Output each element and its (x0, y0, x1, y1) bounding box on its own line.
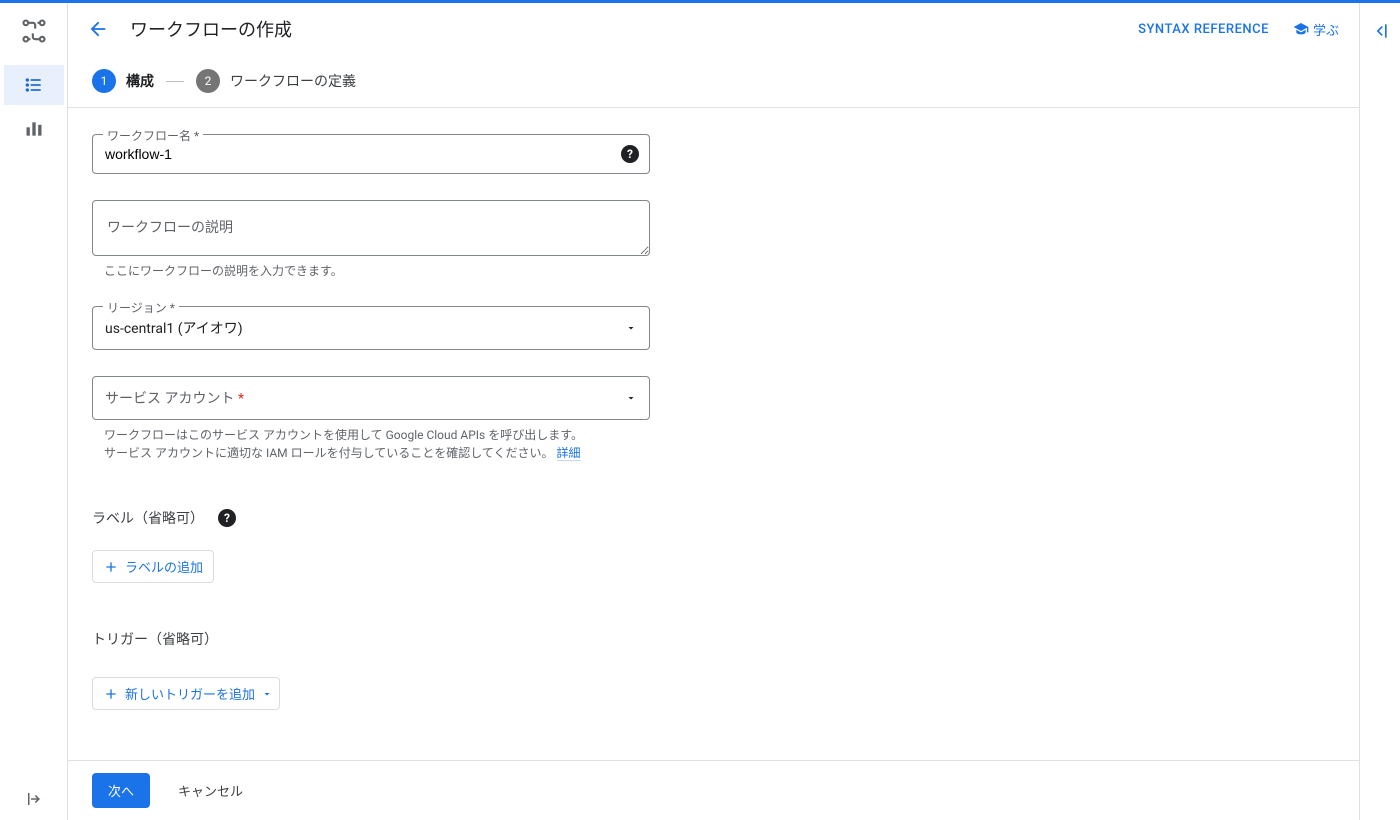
add-trigger-button[interactable]: 新しいトリガーを追加 (92, 677, 280, 710)
cancel-button[interactable]: キャンセル (170, 773, 251, 808)
back-button[interactable] (80, 11, 116, 47)
step-2-num: 2 (196, 69, 220, 93)
labels-section-label: ラベル（省略可） ? (92, 508, 1335, 528)
help-icon[interactable]: ? (218, 509, 236, 527)
chevron-down-icon (261, 688, 273, 700)
add-trigger-text: 新しいトリガーを追加 (125, 684, 255, 703)
step-2[interactable]: 2 ワークフローの定義 (196, 69, 356, 93)
service-account-field: サービス アカウント * ワークフローはこのサービス アカウントを使用して Go… (92, 376, 650, 462)
topbar: ワークフローの作成 Syntax reference 学ぶ (68, 3, 1359, 55)
add-label-text: ラベルの追加 (125, 557, 203, 576)
workflow-name-label: ワークフロー名 * (103, 127, 203, 144)
stepper: 1 構成 2 ワークフローの定義 (68, 55, 1359, 108)
step-1-num: 1 (92, 69, 116, 93)
collapse-right-panel-button[interactable] (1360, 3, 1400, 820)
nav-item-insights[interactable] (10, 109, 58, 149)
learn-label: 学ぶ (1313, 20, 1339, 39)
workflow-name-field: ワークフロー名 * ? (92, 134, 650, 174)
help-icon[interactable]: ? (621, 145, 639, 163)
learn-button[interactable]: 学ぶ (1281, 12, 1351, 47)
workflow-desc-input[interactable] (93, 201, 649, 255)
nav-item-list[interactable] (4, 65, 64, 105)
workflow-desc-field: ワークフローの説明 ここにワークフローの説明を入力できます。 (92, 200, 650, 280)
region-label: リージョン * (103, 299, 179, 316)
footer: 次へ キャンセル (68, 760, 1359, 820)
workflows-icon (20, 17, 48, 45)
step-2-label: ワークフローの定義 (230, 71, 356, 91)
next-button[interactable]: 次へ (92, 773, 150, 808)
page-title: ワークフローの作成 (130, 16, 292, 42)
step-1[interactable]: 1 構成 (92, 69, 154, 93)
triggers-section-label: トリガー（省略可） (92, 629, 1335, 649)
service-account-select[interactable]: サービス アカウント * (93, 377, 649, 419)
service-account-learn-more-link[interactable]: 詳細 (557, 446, 581, 461)
learn-icon (1293, 21, 1309, 37)
left-rail (0, 3, 68, 820)
add-label-button[interactable]: ラベルの追加 (92, 550, 214, 583)
form-area: ワークフロー名 * ? ワークフローの説明 ここにワークフローの説明を入力できま… (68, 108, 1359, 760)
service-account-hint: ワークフローはこのサービス アカウントを使用して Google Cloud AP… (92, 426, 650, 462)
step-connector (166, 81, 184, 82)
region-field: リージョン * us-central1 (アイオワ) (92, 306, 650, 350)
syntax-reference-link[interactable]: Syntax reference (1126, 14, 1281, 45)
plus-icon (103, 559, 119, 575)
workflow-desc-hint: ここにワークフローの説明を入力できます。 (92, 262, 650, 280)
service-account-placeholder: サービス アカウント (105, 391, 234, 407)
expand-rail-icon[interactable] (25, 790, 43, 808)
main-panel: ワークフローの作成 Syntax reference 学ぶ 1 構成 2 ワーク… (68, 3, 1360, 820)
step-1-label: 構成 (126, 71, 154, 91)
plus-icon (103, 686, 119, 702)
